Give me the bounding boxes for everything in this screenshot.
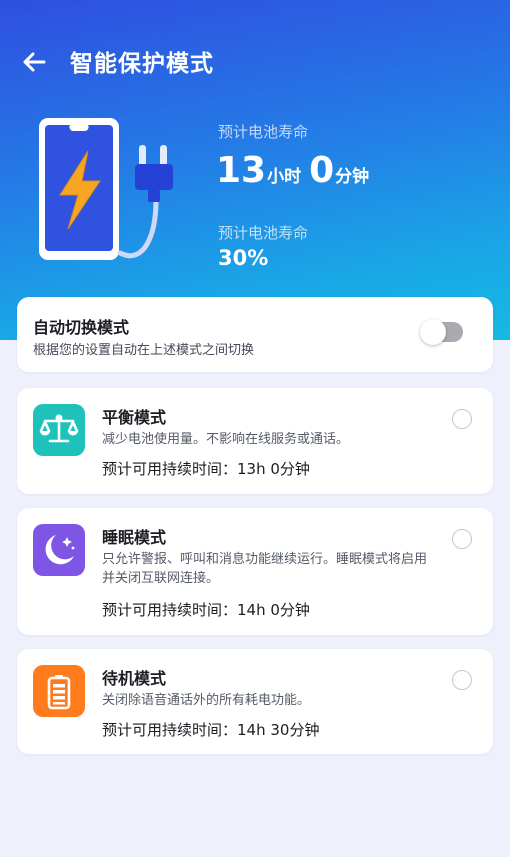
phone-charging-icon <box>39 118 173 260</box>
toggle-knob <box>420 319 446 345</box>
back-arrow-icon <box>23 52 46 72</box>
mode-description: 减少电池使用量。不影响在线服务或通话。 <box>102 432 350 447</box>
page-title: 智能保护模式 <box>70 51 214 77</box>
mode-card-standby[interactable]: 待机模式 关闭除语音通话外的所有耗电功能。 预计可用持续时间：14h 30分钟 <box>17 649 493 754</box>
battery-time-remaining: 13小时 0分钟 <box>216 150 369 191</box>
mode-radio-balance[interactable] <box>452 409 472 429</box>
mode-duration: 预计可用持续时间：13h 0分钟 <box>102 460 310 478</box>
top-bar: 智能保护模式 <box>0 40 510 82</box>
mode-title: 睡眠模式 <box>102 528 167 547</box>
hours-value: 13 <box>216 150 267 191</box>
mode-radio-standby[interactable] <box>452 670 472 690</box>
mode-title: 平衡模式 <box>102 408 167 427</box>
header-banner: 智能保护模式 预计电池寿命 13小时 0分钟 预计电池寿命 30% <box>0 0 510 340</box>
auto-switch-card: 自动切换模式 根据您的设置自动在上述模式之间切换 <box>17 297 493 372</box>
moon-icon <box>33 524 85 576</box>
auto-switch-title: 自动切换模式 <box>33 318 130 337</box>
auto-switch-description: 根据您的设置自动在上述模式之间切换 <box>33 343 255 358</box>
hours-unit: 小时 <box>267 167 302 187</box>
power-plug-icon <box>135 145 173 202</box>
battery-life-label: 预计电池寿命 <box>218 123 309 141</box>
battery-icon <box>33 665 85 717</box>
back-button[interactable] <box>18 46 50 78</box>
battery-level-label: 预计电池寿命 <box>218 224 309 242</box>
minutes-value: 0 <box>309 150 335 191</box>
auto-switch-toggle[interactable] <box>420 319 463 345</box>
minutes-unit: 分钟 <box>335 167 370 187</box>
mode-radio-sleep[interactable] <box>452 529 472 549</box>
battery-percent: 30% <box>218 246 269 270</box>
mode-duration: 预计可用持续时间：14h 30分钟 <box>102 721 320 739</box>
mode-duration: 预计可用持续时间：14h 0分钟 <box>102 601 310 619</box>
balance-scale-icon <box>33 404 85 456</box>
mode-description: 关闭除语音通话外的所有耗电功能。 <box>102 693 311 708</box>
mode-card-balance[interactable]: 平衡模式 减少电池使用量。不影响在线服务或通话。 预计可用持续时间：13h 0分… <box>17 388 493 494</box>
mode-title: 待机模式 <box>102 669 167 688</box>
mode-card-sleep[interactable]: 睡眠模式 只允许警报、呼叫和消息功能继续运行。睡眠模式将启用并关闭互联网连接。 … <box>17 508 493 635</box>
mode-description: 只允许警报、呼叫和消息功能继续运行。睡眠模式将启用并关闭互联网连接。 <box>102 552 428 586</box>
